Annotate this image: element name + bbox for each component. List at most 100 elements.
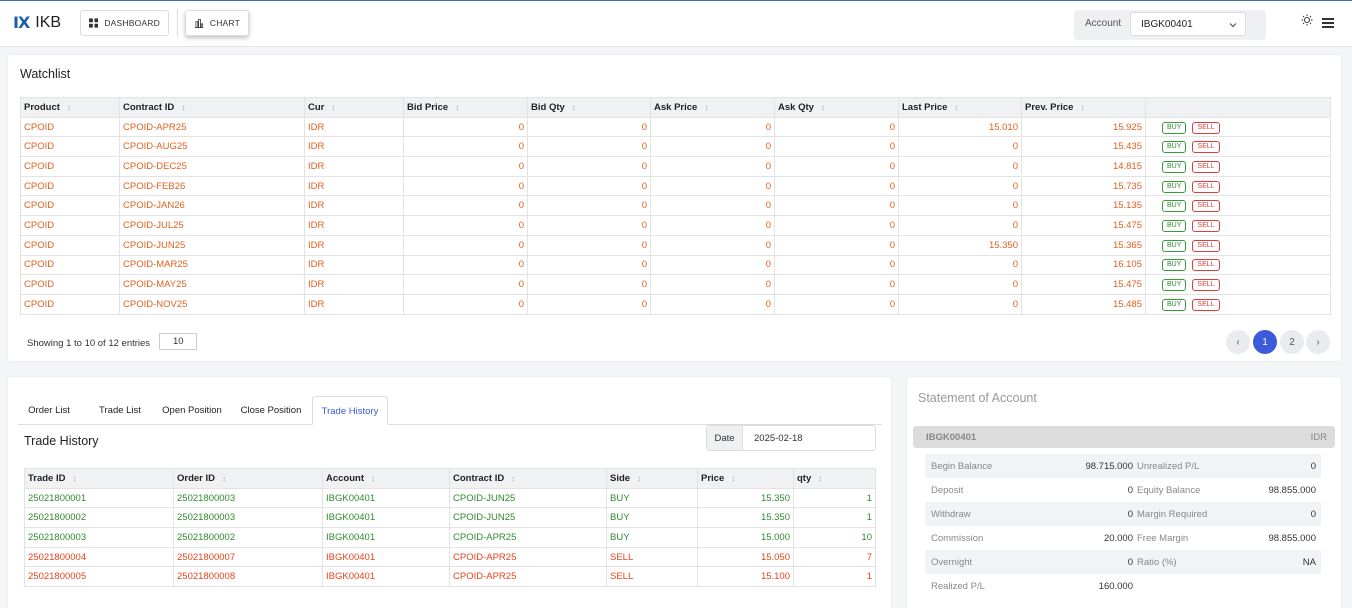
- sell-button[interactable]: SELL: [1192, 180, 1220, 193]
- buy-button[interactable]: BUY: [1162, 259, 1187, 272]
- sort-icon[interactable]: ↕: [572, 103, 576, 112]
- statement-account: IBGK00401: [926, 432, 977, 443]
- prev-page-button[interactable]: ‹: [1226, 330, 1250, 354]
- watchlist-cell: 0: [650, 156, 775, 177]
- buy-button[interactable]: BUY: [1162, 219, 1187, 232]
- watchlist-row[interactable]: CPOID CPOID-MAY25 IDR 0 0 0 0 0 15.475 BUY SELL: [20, 274, 1331, 295]
- sort-icon[interactable]: ↕: [73, 474, 77, 483]
- page-size-input[interactable]: 10: [159, 333, 197, 350]
- watchlist-col-header[interactable]: Last Price ↕: [898, 97, 1022, 118]
- buy-button[interactable]: BUY: [1162, 160, 1187, 173]
- chart-button[interactable]: CHART: [185, 10, 249, 36]
- trade-history-col-header[interactable]: Trade ID ↕: [24, 468, 174, 489]
- sort-icon[interactable]: ↕: [818, 474, 822, 483]
- trade-history-row[interactable]: 25021800003 25021800002 IBGK00401 CPOID-APR…: [24, 527, 876, 548]
- sort-icon[interactable]: ↕: [181, 103, 185, 112]
- next-page-button[interactable]: ›: [1306, 330, 1330, 354]
- trade-history-col-header[interactable]: Account ↕: [322, 468, 450, 489]
- watchlist-col-header[interactable]: Ask Price ↕: [650, 97, 775, 118]
- watchlist-col-header[interactable]: Cur ↕: [304, 97, 404, 118]
- trade-history-col-header[interactable]: Price ↕: [697, 468, 794, 489]
- buy-button[interactable]: BUY: [1162, 239, 1187, 252]
- watchlist-row[interactable]: CPOID CPOID-JUN25 IDR 0 0 0 0 15.350 15.365 BUY SE…: [20, 234, 1331, 256]
- trade-history-row[interactable]: 25021800002 25021800003 IBGK00401 CPOID-JUN…: [24, 507, 876, 529]
- sort-icon[interactable]: ↕: [731, 474, 735, 483]
- sort-icon[interactable]: ↕: [821, 103, 825, 112]
- watchlist-row[interactable]: CPOID CPOID-NOV25 IDR 0 0 0 0 0 15.485 BUY SELL: [20, 293, 1331, 315]
- sort-icon[interactable]: ↕: [455, 103, 459, 112]
- buy-button[interactable]: BUY: [1162, 121, 1187, 134]
- trade-history-row[interactable]: 25021800005 25021800008 IBGK00401 CPOID-APR…: [24, 566, 876, 588]
- statement-value: NA: [1302, 557, 1316, 568]
- watchlist-col-header[interactable]: Ask Qty ↕: [774, 97, 899, 118]
- sort-icon[interactable]: ↕: [511, 474, 515, 483]
- sell-button[interactable]: SELL: [1192, 200, 1220, 213]
- sort-icon[interactable]: ↕: [371, 474, 375, 483]
- sell-button[interactable]: SELL: [1192, 239, 1220, 252]
- tab-open-position[interactable]: Open Position: [154, 396, 230, 425]
- watchlist-row[interactable]: CPOID CPOID-MAR25 IDR 0 0 0 0 0 16.105 BUY SELL: [20, 254, 1331, 276]
- hamburger-menu-icon[interactable]: [1322, 18, 1334, 28]
- sort-icon[interactable]: ↕: [637, 474, 641, 483]
- watchlist-cell: 15.365: [1021, 234, 1146, 256]
- watchlist-cell: 0: [650, 116, 775, 138]
- watchlist-col-header[interactable]: Prev. Price ↕: [1021, 97, 1146, 118]
- watchlist-col-header[interactable]: Bid Price ↕: [403, 97, 528, 118]
- theme-toggle-icon[interactable]: [1301, 14, 1313, 26]
- dashboard-button[interactable]: DASHBOARD: [80, 10, 169, 36]
- watchlist-cell: 15.135: [1021, 195, 1146, 217]
- watchlist-row[interactable]: CPOID CPOID-DEC25 IDR 0 0 0 0 0 14.815 BUY SELL: [20, 156, 1331, 177]
- watchlist-row[interactable]: CPOID CPOID-JUL25 IDR 0 0 0 0 0 15.475 BUY SELL: [20, 215, 1331, 236]
- watchlist-col-header[interactable]: Product ↕: [20, 97, 120, 118]
- watchlist-cell: 15.350: [898, 234, 1022, 256]
- watchlist-row[interactable]: CPOID CPOID-APR25 IDR 0 0 0 0 15.010 15.925 BUY SE…: [20, 116, 1331, 138]
- sort-icon[interactable]: ↕: [954, 103, 958, 112]
- date-input[interactable]: 2025-02-18: [754, 433, 803, 444]
- tab-trade-history[interactable]: Trade History: [312, 396, 388, 425]
- sell-button[interactable]: SELL: [1192, 298, 1220, 311]
- tab-close-position[interactable]: Close Position: [232, 396, 310, 425]
- tab-order-list[interactable]: Order List: [18, 396, 80, 425]
- row-actions: BUY SELL: [1145, 234, 1331, 256]
- watchlist-row[interactable]: CPOID CPOID-AUG25 IDR 0 0 0 0 0 15.435 BUY SELL: [20, 136, 1331, 158]
- sell-button[interactable]: SELL: [1192, 279, 1220, 292]
- watchlist-cell: CPOID: [20, 293, 120, 315]
- buy-button[interactable]: BUY: [1162, 279, 1187, 292]
- sort-icon[interactable]: ↕: [67, 103, 71, 112]
- account-label: Account: [1085, 18, 1122, 29]
- watchlist-row[interactable]: CPOID CPOID-JAN26 IDR 0 0 0 0 0 15.135 BUY SELL: [20, 195, 1331, 217]
- trade-history-col-header[interactable]: Side ↕: [606, 468, 698, 489]
- watchlist-col-header[interactable]: Contract ID ↕: [119, 97, 305, 118]
- trade-history-col-header[interactable]: Order ID ↕: [173, 468, 323, 489]
- logo[interactable]: IX IKB: [13, 13, 61, 32]
- page-2-button[interactable]: 2: [1280, 330, 1304, 354]
- page-1-button[interactable]: 1: [1253, 330, 1277, 354]
- account-select[interactable]: IBGK00401: [1130, 12, 1246, 36]
- watchlist-row[interactable]: CPOID CPOID-FEB26 IDR 0 0 0 0 0 15.735 BUY SELL: [20, 175, 1331, 197]
- watchlist-cell: CPOID: [20, 175, 120, 197]
- buy-button[interactable]: BUY: [1162, 200, 1187, 213]
- sort-icon[interactable]: ↕: [331, 103, 335, 112]
- trade-history-row[interactable]: 25021800004 25021800007 IBGK00401 CPOID-APR…: [24, 546, 876, 568]
- buy-button[interactable]: BUY: [1162, 298, 1187, 311]
- statement-label: Deposit: [931, 485, 964, 496]
- nav-divider: [177, 9, 178, 37]
- sell-button[interactable]: SELL: [1192, 141, 1220, 154]
- trade-history-col-header[interactable]: Contract ID ↕: [449, 468, 607, 489]
- watchlist-cell: CPOID: [20, 136, 120, 158]
- sort-icon[interactable]: ↕: [222, 474, 226, 483]
- sell-button[interactable]: SELL: [1192, 160, 1220, 173]
- sell-button[interactable]: SELL: [1192, 259, 1220, 272]
- sell-button[interactable]: SELL: [1192, 219, 1220, 232]
- buy-button[interactable]: BUY: [1162, 180, 1187, 193]
- buy-button[interactable]: BUY: [1162, 141, 1187, 154]
- sort-icon[interactable]: ↕: [704, 103, 708, 112]
- trade-history-col-header[interactable]: qty ↕: [793, 468, 876, 489]
- sort-icon[interactable]: ↕: [1080, 103, 1084, 112]
- sell-button[interactable]: SELL: [1192, 121, 1220, 134]
- tab-trade-list[interactable]: Trade List: [86, 396, 154, 425]
- watchlist-col-header[interactable]: Bid Qty ↕: [527, 97, 651, 118]
- watchlist-cell: IDR: [304, 136, 404, 158]
- trade-history-row[interactable]: 25021800001 25021800003 IBGK00401 CPOID-JUN…: [24, 487, 876, 509]
- watchlist-cell: 0: [527, 175, 651, 197]
